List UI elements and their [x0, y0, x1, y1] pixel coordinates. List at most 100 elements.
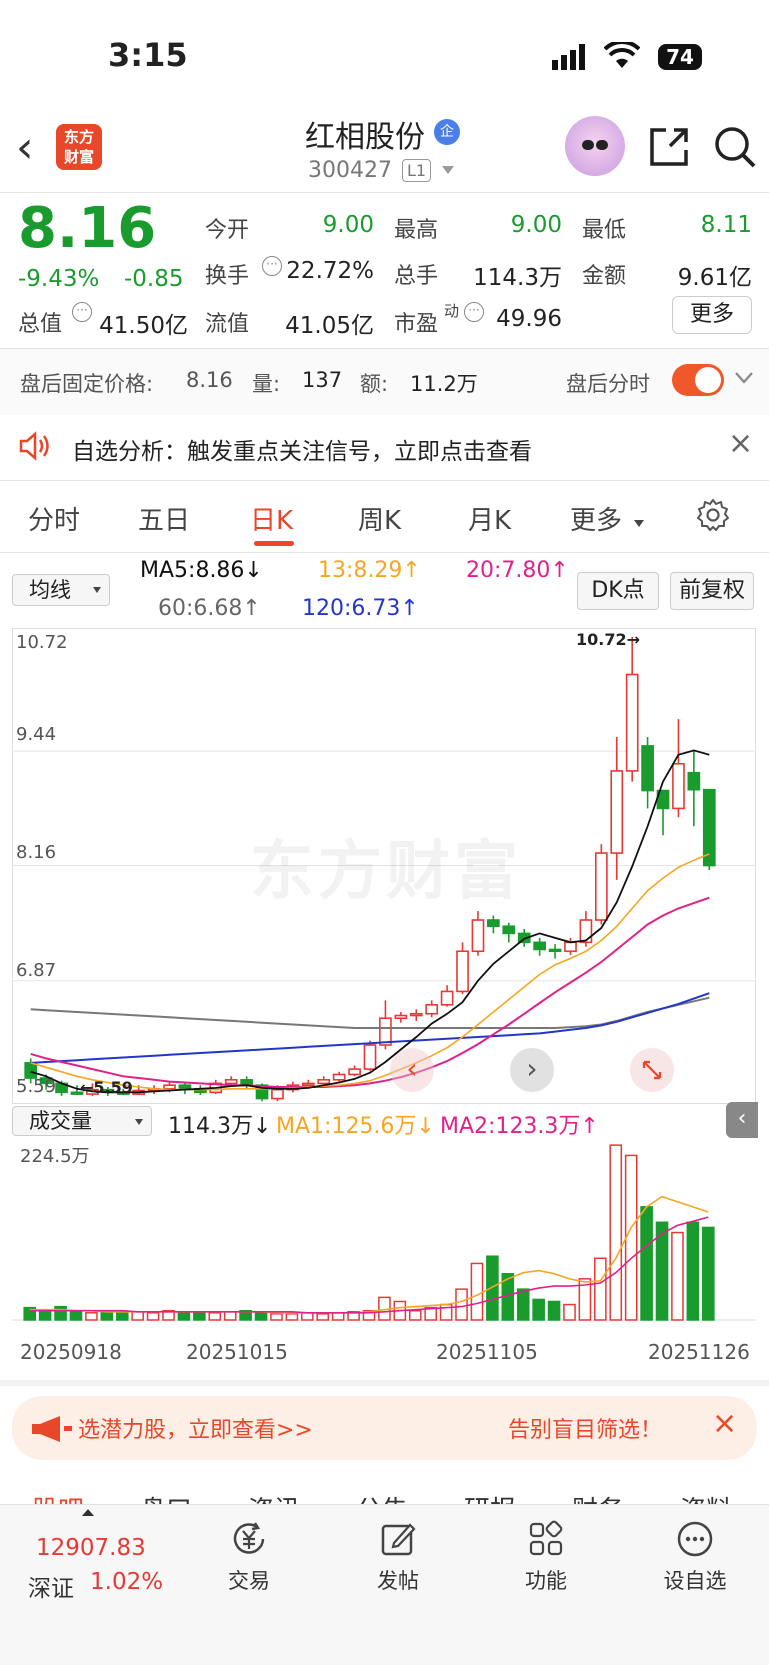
tab-finance[interactable]: 财务 [572, 1490, 624, 1504]
nav-trade[interactable]: 交易 [194, 1519, 304, 1595]
close-icon[interactable]: × [712, 1406, 737, 1441]
active-tab-indicator [254, 541, 294, 546]
ma60-legend: 60:6.68↑ [158, 596, 261, 621]
app-logo: 东方 财富 [56, 124, 102, 170]
tab-guba[interactable]: 股吧 [32, 1490, 84, 1504]
candle-body [224, 1079, 238, 1085]
volume-bar [193, 1311, 206, 1321]
index-name[interactable]: 深证 [28, 1569, 74, 1603]
volume-svg[interactable] [12, 1140, 756, 1330]
tab-weekly-k[interactable]: 周K [358, 500, 401, 537]
grid-icon [529, 1520, 563, 1556]
candle-body [348, 1068, 361, 1076]
index-pct[interactable]: 1.02% [90, 1569, 163, 1595]
megaphone-icon [30, 1414, 74, 1448]
after-hours-toggle[interactable] [672, 364, 724, 396]
volume-ma2: MA2:123.3万↑ [440, 1114, 599, 1139]
dk-point-button[interactable]: DK点 [577, 572, 659, 610]
volume-max-label: 224.5万 [20, 1146, 90, 1167]
volume-chart[interactable] [12, 1140, 756, 1330]
volume-bar [301, 1312, 314, 1321]
level-badge[interactable]: L1 [402, 159, 432, 182]
volume-bar [547, 1300, 561, 1321]
tab-intraday[interactable]: 分时 [28, 500, 80, 537]
low-label: 最低 [582, 218, 627, 243]
mcap-value: 41.50亿 [99, 313, 188, 339]
y-label-3: 8.16 [16, 842, 57, 863]
volume-select[interactable]: 成交量 [12, 1106, 152, 1136]
candle-body [672, 762, 685, 810]
chevron-down-icon[interactable] [734, 370, 754, 389]
speaker-icon [18, 430, 52, 466]
volume-bar [69, 1311, 83, 1321]
volume-bar [285, 1313, 299, 1321]
tab-daily-k[interactable]: 日K [250, 500, 293, 537]
back-icon[interactable]: ‹ [16, 122, 34, 173]
share-icon[interactable] [646, 124, 692, 170]
signal-icon [552, 44, 592, 74]
index-value[interactable]: 12907.83 [36, 1535, 146, 1561]
promo-banner[interactable]: 选潜力股，立即查看>> 告别盲目筛选！ × [12, 1396, 757, 1460]
nav-post[interactable]: 发帖 [343, 1519, 453, 1595]
amount-label: 金额 [582, 264, 627, 289]
candle-body [579, 919, 593, 944]
mcap-label: 总值 [18, 312, 63, 337]
more-button[interactable]: 更多 [672, 296, 752, 334]
indicator-select[interactable]: 均线 [12, 574, 110, 606]
volume-bar [177, 1312, 191, 1321]
candle-body [379, 1017, 392, 1046]
scroll-right-button[interactable]: › [510, 1048, 554, 1092]
tab-more[interactable]: 更多 [570, 500, 622, 537]
y-label-2: 9.44 [16, 724, 57, 745]
tab-pankou[interactable]: 盘口 [140, 1490, 192, 1504]
candle-body [271, 1088, 284, 1100]
notice-text: 自选分析：触发重点关注信号，立即点击查看 [72, 439, 532, 465]
volume-bar [316, 1313, 330, 1321]
volume-bar [470, 1262, 484, 1321]
status-time: 3:15 [108, 36, 188, 74]
divider [0, 480, 769, 481]
volume-value: 114.3万 [473, 265, 562, 291]
chevron-down-icon[interactable] [442, 166, 454, 174]
volume-bar [486, 1255, 499, 1321]
search-icon[interactable] [712, 124, 758, 170]
enterprise-badge: 企 [434, 119, 460, 145]
candle-body [456, 950, 469, 993]
tab-five-day[interactable]: 五日 [138, 500, 190, 537]
volume-bar [85, 1312, 98, 1321]
promo-left-text: 选潜力股，立即查看>> [78, 1418, 313, 1443]
assistant-robot-icon[interactable] [565, 116, 625, 176]
candle-body [394, 1014, 408, 1020]
volume-bar [115, 1312, 129, 1321]
candle-body [502, 925, 516, 935]
chevron-up-icon[interactable] [82, 1509, 94, 1516]
tab-news[interactable]: 资讯 [248, 1490, 300, 1504]
expand-icon[interactable] [630, 1048, 674, 1092]
volume-bar [38, 1309, 52, 1321]
candle-body [610, 770, 624, 854]
tab-research[interactable]: 研报 [464, 1490, 516, 1504]
volume-bar [516, 1288, 530, 1321]
tab-announce[interactable]: 公告 [356, 1490, 408, 1504]
price-adjust-button[interactable]: 前复权 [670, 572, 754, 610]
nav-functions[interactable]: 功能 [491, 1519, 601, 1595]
x-label-1: 20250918 [20, 1340, 122, 1364]
volume-bar [640, 1206, 653, 1321]
volume-bar [208, 1312, 222, 1321]
tab-monthly-k[interactable]: 月K [468, 500, 511, 537]
ma5-legend: MA5:8.86↓ [140, 558, 263, 583]
tab-profile[interactable]: 资料 [680, 1490, 732, 1504]
collapse-panel-button[interactable]: ‹ [726, 1102, 758, 1138]
scroll-left-button[interactable]: ‹ [390, 1048, 434, 1092]
info-icon[interactable]: ··· [262, 256, 282, 276]
candle-body [471, 919, 485, 953]
after-hours-vol-label: 量: [252, 372, 281, 396]
close-icon[interactable]: × [728, 426, 753, 461]
volume-bar [455, 1288, 468, 1321]
settings-gear-icon[interactable] [696, 498, 730, 536]
nav-add-watchlist[interactable]: 设自选 [640, 1519, 750, 1595]
candle-body [317, 1079, 331, 1085]
candle-body [548, 948, 562, 953]
volume-bar [100, 1311, 114, 1321]
analysis-notice[interactable]: 自选分析：触发重点关注信号，立即点击查看 × [0, 416, 769, 476]
